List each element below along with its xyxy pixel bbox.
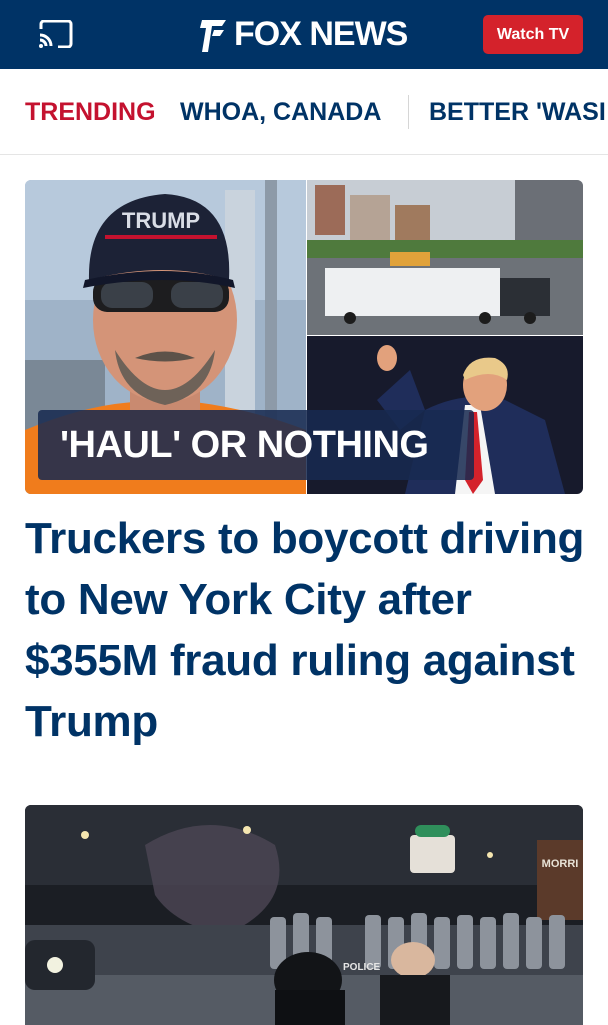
trending-label: TRENDING	[25, 98, 156, 126]
top-header: FOX NEWS Watch TV	[0, 0, 608, 69]
trending-divider	[408, 95, 409, 129]
trending-item[interactable]: BETTER 'WASI	[429, 98, 606, 127]
police-text: POLICE	[343, 962, 381, 973]
logo-text: FOX NEWS	[234, 14, 408, 53]
cast-icon[interactable]	[38, 20, 74, 48]
fox-logo-mark-icon	[200, 20, 226, 52]
story-headline[interactable]: Truckers to boycott driving to New York …	[25, 508, 595, 752]
hero-kicker[interactable]: 'HAUL' OR NOTHING	[38, 410, 474, 480]
trending-item[interactable]: WHOA, CANADA	[180, 98, 381, 127]
store-sign-text: MORRI	[542, 858, 579, 870]
cap-text: TRUMP	[122, 208, 200, 233]
trending-bar: TRENDING WHOA, CANADA BETTER 'WASI	[0, 69, 608, 155]
fox-news-logo[interactable]: FOX NEWS	[198, 12, 408, 56]
second-story-image[interactable]: MORRI POLICE	[25, 805, 583, 1025]
watch-tv-button[interactable]: Watch TV	[483, 15, 583, 54]
